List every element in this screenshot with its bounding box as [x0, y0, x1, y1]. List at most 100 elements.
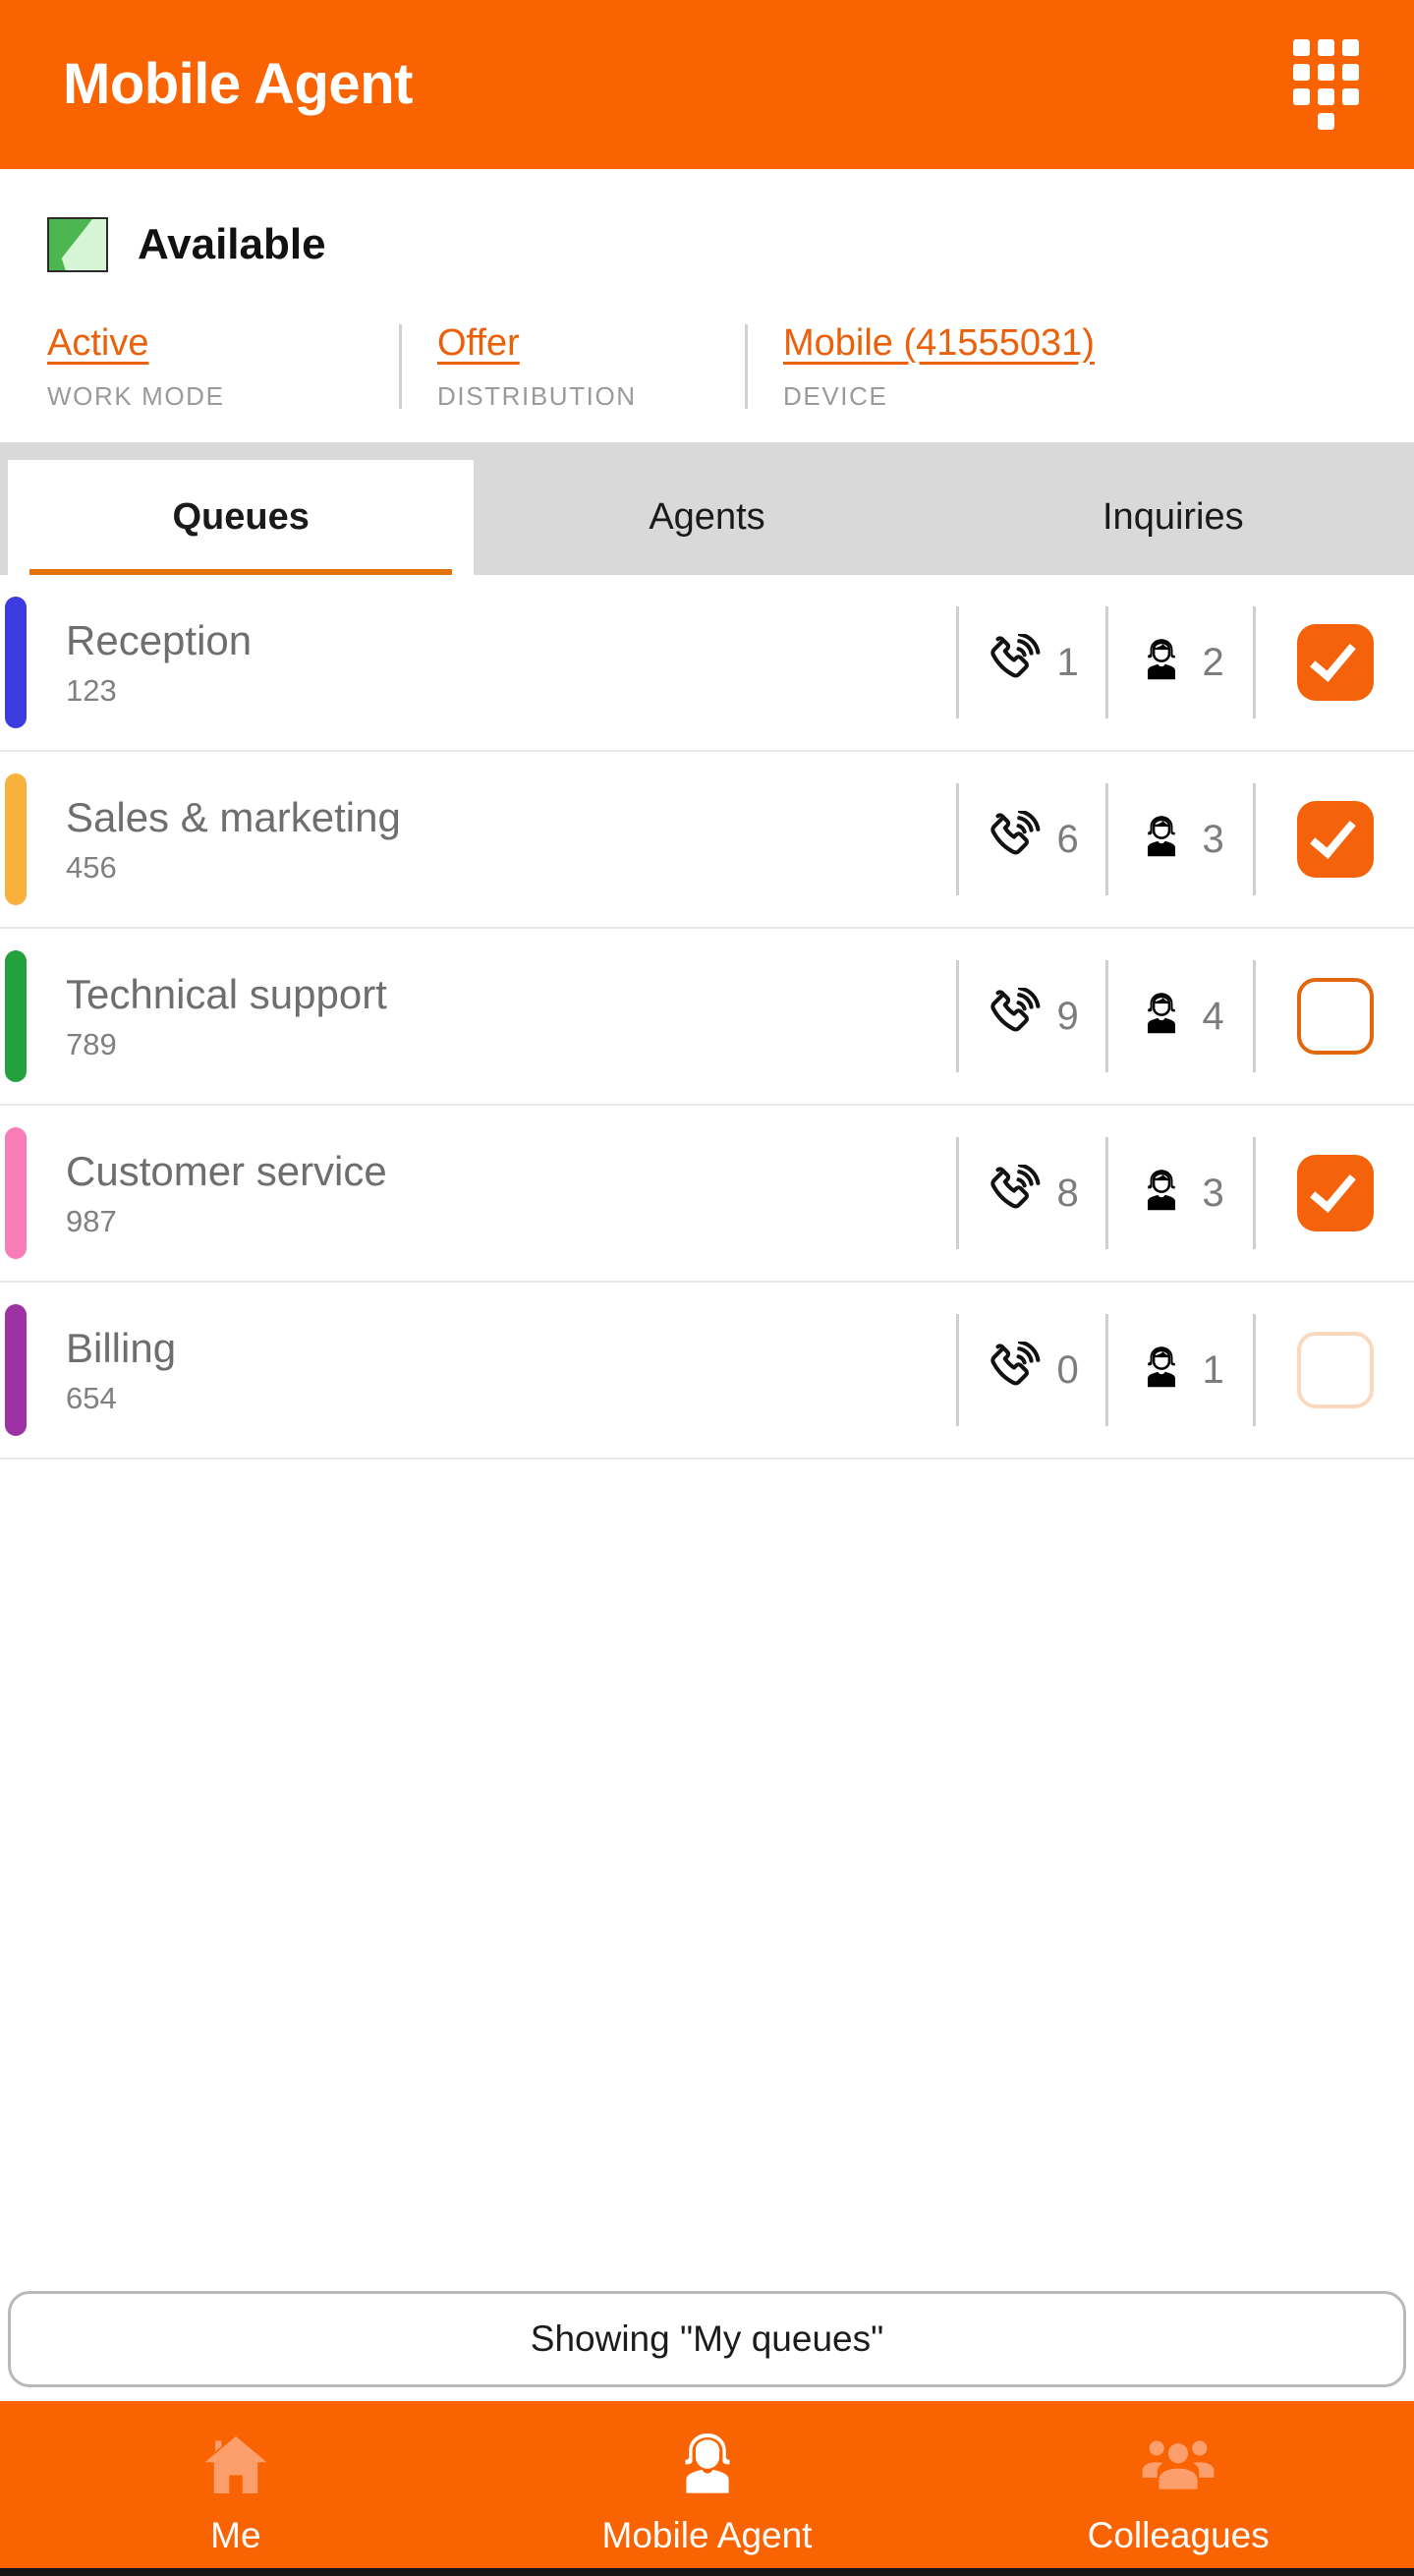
queue-membership-cell[interactable] — [1253, 960, 1414, 1072]
queue-metrics: 12 — [956, 575, 1414, 750]
queue-info: Sales & marketing 456 — [27, 752, 956, 927]
headset-agent-icon — [1134, 634, 1189, 691]
work-mode-value[interactable]: Active — [47, 324, 148, 362]
device-caption: DEVICE — [783, 381, 888, 411]
ringing-phone-icon — [983, 988, 1044, 1045]
bottom-navigation: Me Mobile Agent Colleagues — [0, 2401, 1414, 2576]
queue-name: Billing — [66, 1324, 177, 1371]
queue-agents-count: 1 — [1202, 1348, 1224, 1392]
queue-name: Sales & marketing — [66, 793, 401, 840]
queue-agents-count: 3 — [1202, 1172, 1224, 1215]
queue-checkbox-disabled[interactable] — [1296, 1332, 1374, 1408]
headset-agent-icon — [671, 2427, 744, 2503]
queue-checkbox-checked[interactable] — [1296, 624, 1374, 701]
distribution-cell: Offer DISTRIBUTION — [399, 324, 745, 409]
queue-membership-cell[interactable] — [1253, 606, 1414, 718]
queue-number: 123 — [66, 672, 117, 708]
empty-space — [0, 1460, 1414, 2291]
nav-label-me: Me — [210, 2514, 261, 2555]
queue-row[interactable]: Reception 123 1 2 — [0, 575, 1414, 752]
nav-item-me[interactable]: Me — [0, 2401, 472, 2568]
distribution-caption: DISTRIBUTION — [437, 381, 637, 411]
showing-filter-wrap: Showing "My queues" — [0, 2291, 1414, 2401]
queue-name: Reception — [66, 616, 253, 663]
mobile-agent-screen: Mobile Agent Available Active WORK MODE — [0, 0, 1414, 2576]
ringing-phone-icon — [983, 634, 1044, 691]
device-value[interactable]: Mobile (41555031) — [783, 324, 1095, 362]
queue-membership-cell[interactable] — [1253, 783, 1414, 895]
queue-color-bar — [5, 773, 27, 905]
nav-label-mobile-agent: Mobile Agent — [601, 2514, 813, 2555]
tab-agents[interactable]: Agents — [474, 460, 939, 575]
queue-number: 654 — [66, 1380, 117, 1415]
queue-row[interactable]: Billing 654 0 1 — [0, 1283, 1414, 1460]
dialpad-key — [1342, 88, 1359, 105]
queue-agents-count: 4 — [1202, 995, 1224, 1038]
dialpad-key — [1318, 113, 1334, 130]
dialpad-icon[interactable] — [1293, 39, 1359, 130]
queue-agents-count: 3 — [1202, 818, 1224, 861]
queue-calls-metric: 1 — [956, 606, 1105, 718]
nav-label-colleagues: Colleagues — [1087, 2514, 1270, 2555]
distribution-value[interactable]: Offer — [437, 324, 520, 362]
tab-inquiries[interactable]: Inquiries — [940, 460, 1406, 575]
queue-name: Customer service — [66, 1147, 387, 1194]
work-mode-caption: WORK MODE — [47, 381, 225, 411]
queue-metrics: 83 — [956, 1106, 1414, 1281]
queue-number: 456 — [66, 849, 117, 885]
queue-color-bar — [5, 597, 27, 728]
dialpad-key — [1293, 88, 1310, 105]
queue-calls-metric: 9 — [956, 960, 1105, 1072]
queue-info: Technical support 789 — [27, 929, 956, 1104]
work-mode-cell: Active WORK MODE — [47, 324, 399, 409]
queue-list: Reception 123 1 2 Sales & marketing 456 6 3 Tech… — [0, 575, 1414, 1460]
queue-calls-count: 1 — [1056, 641, 1079, 684]
device-cell: Mobile (41555031) DEVICE — [745, 324, 1367, 409]
queue-membership-cell[interactable] — [1253, 1137, 1414, 1249]
queue-row[interactable]: Sales & marketing 456 6 3 — [0, 752, 1414, 929]
queue-agents-metric: 3 — [1105, 783, 1253, 895]
queue-checkbox-unchecked[interactable] — [1296, 978, 1374, 1055]
dialpad-key — [1342, 39, 1359, 56]
status-area: Available Active WORK MODE Offer DISTRIB… — [0, 169, 1414, 442]
queue-agents-metric: 2 — [1105, 606, 1253, 718]
queue-metrics: 94 — [956, 929, 1414, 1104]
nav-item-colleagues[interactable]: Colleagues — [942, 2401, 1414, 2568]
headset-agent-icon — [1134, 811, 1189, 868]
showing-filter-button[interactable]: Showing "My queues" — [8, 2291, 1406, 2387]
queue-metrics: 63 — [956, 752, 1414, 927]
app-header: Mobile Agent — [0, 0, 1414, 169]
queue-agents-metric: 3 — [1105, 1137, 1253, 1249]
queue-row[interactable]: Technical support 789 9 4 — [0, 929, 1414, 1106]
home-icon — [198, 2427, 274, 2503]
queue-color-bar — [5, 950, 27, 1082]
queue-calls-count: 0 — [1056, 1348, 1079, 1392]
queue-calls-count: 8 — [1056, 1172, 1079, 1215]
queue-membership-cell[interactable] — [1253, 1314, 1414, 1426]
queue-checkbox-checked[interactable] — [1296, 801, 1374, 878]
queue-calls-metric: 6 — [956, 783, 1105, 895]
queue-info: Customer service 987 — [27, 1106, 956, 1281]
headset-agent-icon — [1134, 1165, 1189, 1222]
check-icon — [1309, 1164, 1356, 1213]
people-group-icon — [1137, 2427, 1219, 2503]
queue-info: Reception 123 — [27, 575, 956, 750]
queue-calls-metric: 8 — [956, 1137, 1105, 1249]
nav-item-mobile-agent[interactable]: Mobile Agent — [472, 2401, 943, 2568]
tab-queues[interactable]: Queues — [8, 460, 475, 575]
dialpad-key — [1318, 88, 1334, 105]
queue-row[interactable]: Customer service 987 8 3 — [0, 1106, 1414, 1283]
ringing-phone-icon — [983, 1342, 1044, 1399]
check-icon — [1309, 633, 1356, 682]
queue-agents-metric: 4 — [1105, 960, 1253, 1072]
queue-agents-metric: 1 — [1105, 1314, 1253, 1426]
queue-agents-count: 2 — [1202, 641, 1224, 684]
queue-color-bar — [5, 1127, 27, 1259]
queue-number: 987 — [66, 1203, 117, 1238]
page-title: Mobile Agent — [63, 52, 413, 116]
dialpad-key — [1293, 39, 1310, 56]
queue-checkbox-checked[interactable] — [1296, 1155, 1374, 1231]
availability-status[interactable]: Available — [0, 204, 1414, 285]
queue-color-bar — [5, 1304, 27, 1436]
ringing-phone-icon — [983, 811, 1044, 868]
